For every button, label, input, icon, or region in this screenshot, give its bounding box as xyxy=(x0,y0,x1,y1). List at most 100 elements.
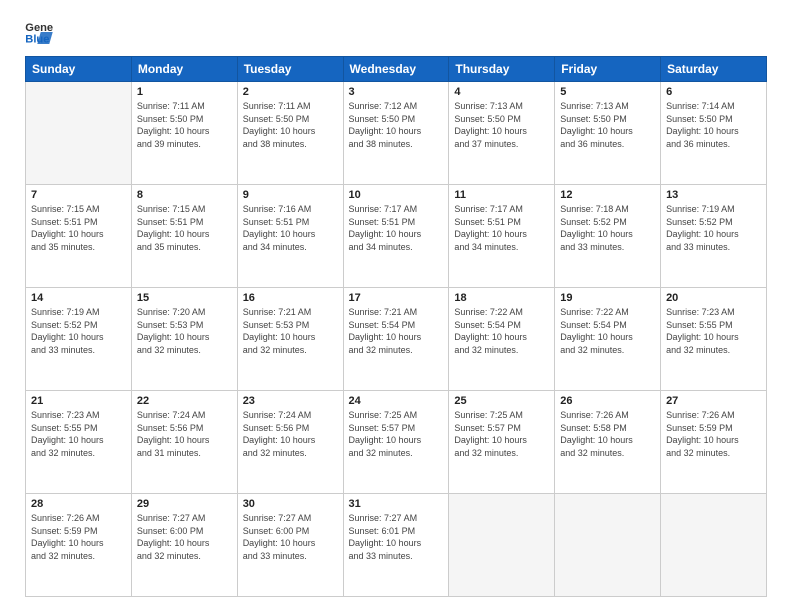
day-info: Sunrise: 7:25 AM Sunset: 5:57 PM Dayligh… xyxy=(454,409,549,459)
day-info: Sunrise: 7:12 AM Sunset: 5:50 PM Dayligh… xyxy=(349,100,444,150)
generalblue-logo-icon: General Blue xyxy=(25,20,53,44)
day-info: Sunrise: 7:17 AM Sunset: 5:51 PM Dayligh… xyxy=(454,203,549,253)
day-number: 25 xyxy=(454,395,549,407)
day-info: Sunrise: 7:23 AM Sunset: 5:55 PM Dayligh… xyxy=(666,306,761,356)
calendar-cell: 31 Sunrise: 7:27 AM Sunset: 6:01 PM Dayli… xyxy=(343,494,449,597)
calendar-cell: 5 Sunrise: 7:13 AM Sunset: 5:50 PM Daylig… xyxy=(555,82,661,185)
logo: General Blue xyxy=(25,20,53,44)
calendar-cell: 8 Sunrise: 7:15 AM Sunset: 5:51 PM Daylig… xyxy=(131,185,237,288)
day-info: Sunrise: 7:14 AM Sunset: 5:50 PM Dayligh… xyxy=(666,100,761,150)
weekday-header-thursday: Thursday xyxy=(449,57,555,82)
day-number: 14 xyxy=(31,292,126,304)
calendar-cell: 2Sunrise: 7:11 AM Sunset: 5:50 PM Daylig… xyxy=(237,82,343,185)
day-number: 18 xyxy=(454,292,549,304)
day-number: 20 xyxy=(666,292,761,304)
calendar-cell: 24 Sunrise: 7:25 AM Sunset: 5:57 PM Dayli… xyxy=(343,391,449,494)
calendar-cell: 11 Sunrise: 7:17 AM Sunset: 5:51 PM Dayli… xyxy=(449,185,555,288)
weekday-header-monday: Monday xyxy=(131,57,237,82)
day-number: 30 xyxy=(243,498,338,510)
day-number: 8 xyxy=(137,189,232,201)
calendar-cell: 25 Sunrise: 7:25 AM Sunset: 5:57 PM Dayli… xyxy=(449,391,555,494)
calendar-cell: 16 Sunrise: 7:21 AM Sunset: 5:53 PM Dayli… xyxy=(237,288,343,391)
day-info: Sunrise: 7:16 AM Sunset: 5:51 PM Dayligh… xyxy=(243,203,338,253)
week-row-1: 1 Sunrise: 7:11 AM Sunset: 5:50 PM Daylig… xyxy=(26,82,767,185)
day-number: 13 xyxy=(666,189,761,201)
svg-text:Blue: Blue xyxy=(25,33,49,44)
calendar-cell: 1 Sunrise: 7:11 AM Sunset: 5:50 PM Daylig… xyxy=(131,82,237,185)
calendar-cell: 22 Sunrise: 7:24 AM Sunset: 5:56 PM Dayli… xyxy=(131,391,237,494)
day-number: 27 xyxy=(666,395,761,407)
calendar-cell: 21 Sunrise: 7:23 AM Sunset: 5:55 PM Dayli… xyxy=(26,391,132,494)
weekday-header-sunday: Sunday xyxy=(26,57,132,82)
calendar-cell: 18 Sunrise: 7:22 AM Sunset: 5:54 PM Dayli… xyxy=(449,288,555,391)
day-info: Sunrise: 7:22 AM Sunset: 5:54 PM Dayligh… xyxy=(560,306,655,356)
day-number: 26 xyxy=(560,395,655,407)
week-row-2: 7 Sunrise: 7:15 AM Sunset: 5:51 PM Daylig… xyxy=(26,185,767,288)
day-number: 21 xyxy=(31,395,126,407)
day-number: 15 xyxy=(137,292,232,304)
calendar-cell: 26 Sunrise: 7:26 AM Sunset: 5:58 PM Dayli… xyxy=(555,391,661,494)
calendar-cell xyxy=(555,494,661,597)
calendar-cell: 23 Sunrise: 7:24 AM Sunset: 5:56 PM Dayli… xyxy=(237,391,343,494)
calendar-cell xyxy=(661,494,767,597)
day-number: 24 xyxy=(349,395,444,407)
day-info: Sunrise: 7:23 AM Sunset: 5:55 PM Dayligh… xyxy=(31,409,126,459)
weekday-header-friday: Friday xyxy=(555,57,661,82)
day-info: Sunrise: 7:19 AM Sunset: 5:52 PM Dayligh… xyxy=(666,203,761,253)
day-number: 4 xyxy=(454,86,549,98)
day-info: Sunrise: 7:13 AM Sunset: 5:50 PM Dayligh… xyxy=(454,100,549,150)
week-row-4: 21 Sunrise: 7:23 AM Sunset: 5:55 PM Dayli… xyxy=(26,391,767,494)
day-number: 19 xyxy=(560,292,655,304)
day-info: Sunrise: 7:18 AM Sunset: 5:52 PM Dayligh… xyxy=(560,203,655,253)
day-number: 1 xyxy=(137,86,232,98)
week-row-3: 14Sunrise: 7:19 AM Sunset: 5:52 PM Dayli… xyxy=(26,288,767,391)
weekday-header-row: SundayMondayTuesdayWednesdayThursdayFrid… xyxy=(26,57,767,82)
day-info: Sunrise: 7:21 AM Sunset: 5:54 PM Dayligh… xyxy=(349,306,444,356)
day-info: Sunrise: 7:21 AM Sunset: 5:53 PM Dayligh… xyxy=(243,306,338,356)
calendar-cell: 3 Sunrise: 7:12 AM Sunset: 5:50 PM Daylig… xyxy=(343,82,449,185)
day-number: 31 xyxy=(349,498,444,510)
day-number: 17 xyxy=(349,292,444,304)
calendar-table: SundayMondayTuesdayWednesdayThursdayFrid… xyxy=(25,56,767,597)
day-info: Sunrise: 7:22 AM Sunset: 5:54 PM Dayligh… xyxy=(454,306,549,356)
day-info: Sunrise: 7:26 AM Sunset: 5:59 PM Dayligh… xyxy=(31,512,126,562)
calendar-cell: 15Sunrise: 7:20 AM Sunset: 5:53 PM Dayli… xyxy=(131,288,237,391)
day-info: Sunrise: 7:15 AM Sunset: 5:51 PM Dayligh… xyxy=(31,203,126,253)
calendar-cell: 9 Sunrise: 7:16 AM Sunset: 5:51 PM Daylig… xyxy=(237,185,343,288)
day-info: Sunrise: 7:13 AM Sunset: 5:50 PM Dayligh… xyxy=(560,100,655,150)
day-number: 7 xyxy=(31,189,126,201)
day-number: 22 xyxy=(137,395,232,407)
calendar-cell xyxy=(449,494,555,597)
calendar-cell: 17 Sunrise: 7:21 AM Sunset: 5:54 PM Dayli… xyxy=(343,288,449,391)
day-info: Sunrise: 7:15 AM Sunset: 5:51 PM Dayligh… xyxy=(137,203,232,253)
day-info: Sunrise: 7:24 AM Sunset: 5:56 PM Dayligh… xyxy=(243,409,338,459)
day-number: 29 xyxy=(137,498,232,510)
calendar-cell: 29 Sunrise: 7:27 AM Sunset: 6:00 PM Dayli… xyxy=(131,494,237,597)
page: General Blue SundayMondayTuesdayWednesda… xyxy=(0,0,792,612)
day-number: 11 xyxy=(454,189,549,201)
day-info: Sunrise: 7:26 AM Sunset: 5:58 PM Dayligh… xyxy=(560,409,655,459)
day-number: 5 xyxy=(560,86,655,98)
day-number: 6 xyxy=(666,86,761,98)
day-info: Sunrise: 7:27 AM Sunset: 6:00 PM Dayligh… xyxy=(137,512,232,562)
day-number: 16 xyxy=(243,292,338,304)
calendar-cell: 7 Sunrise: 7:15 AM Sunset: 5:51 PM Daylig… xyxy=(26,185,132,288)
calendar-cell: 14Sunrise: 7:19 AM Sunset: 5:52 PM Dayli… xyxy=(26,288,132,391)
header: General Blue xyxy=(25,20,767,44)
day-info: Sunrise: 7:11 AM Sunset: 5:50 PM Dayligh… xyxy=(137,100,232,150)
calendar-cell: 19 Sunrise: 7:22 AM Sunset: 5:54 PM Dayli… xyxy=(555,288,661,391)
weekday-header-tuesday: Tuesday xyxy=(237,57,343,82)
day-info: Sunrise: 7:25 AM Sunset: 5:57 PM Dayligh… xyxy=(349,409,444,459)
day-info: Sunrise: 7:27 AM Sunset: 6:01 PM Dayligh… xyxy=(349,512,444,562)
day-number: 23 xyxy=(243,395,338,407)
calendar-cell: 28Sunrise: 7:26 AM Sunset: 5:59 PM Dayli… xyxy=(26,494,132,597)
day-number: 9 xyxy=(243,189,338,201)
calendar-cell: 27Sunrise: 7:26 AM Sunset: 5:59 PM Dayli… xyxy=(661,391,767,494)
day-number: 3 xyxy=(349,86,444,98)
day-number: 2 xyxy=(243,86,338,98)
day-number: 10 xyxy=(349,189,444,201)
weekday-header-saturday: Saturday xyxy=(661,57,767,82)
day-info: Sunrise: 7:24 AM Sunset: 5:56 PM Dayligh… xyxy=(137,409,232,459)
calendar-cell: 10Sunrise: 7:17 AM Sunset: 5:51 PM Dayli… xyxy=(343,185,449,288)
calendar-cell: 30Sunrise: 7:27 AM Sunset: 6:00 PM Dayli… xyxy=(237,494,343,597)
